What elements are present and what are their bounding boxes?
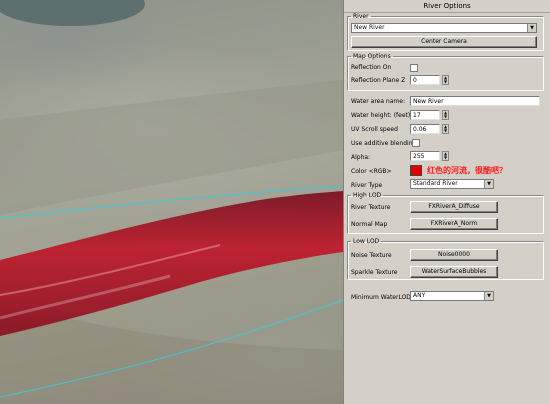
noise-texture-button[interactable]: Noise0000 (410, 249, 498, 261)
reflection-on-checkbox[interactable] (410, 64, 418, 72)
low-lod-label: Low LOD (353, 238, 380, 245)
reflection-on-label: Reflection On (351, 64, 392, 71)
map-options-label: Map Options (353, 53, 391, 60)
water-height-spinner[interactable]: ▲ ▼ (442, 110, 449, 120)
chevron-down-icon[interactable]: ▼ (484, 180, 493, 188)
river-type-select[interactable]: Standard River ▼ (410, 179, 494, 189)
reflection-plane-z-label: Reflection Plane Z (351, 77, 406, 84)
alpha-label: Alpha: (351, 154, 371, 161)
minimum-water-lod-select[interactable]: ANY ▼ (410, 291, 494, 301)
map-options-group: Map Options (347, 53, 544, 91)
center-camera-button[interactable]: Center Camera (351, 36, 537, 48)
river-color-swatch[interactable] (410, 165, 422, 176)
river-select[interactable]: New River ▼ (351, 23, 537, 33)
alpha-input[interactable] (410, 151, 440, 161)
river-type-value: Standard River (413, 180, 458, 187)
noise-texture-label: Noise Texture (351, 252, 392, 259)
alpha-spinner[interactable]: ▲ ▼ (442, 151, 449, 161)
terrain-scene (0, 0, 343, 404)
uv-scroll-label: UV Scroll speed (351, 126, 398, 133)
additive-blending-checkbox[interactable] (412, 139, 420, 147)
sparkle-texture-button[interactable]: WaterSurfaceBubbles (410, 266, 498, 278)
dark-rock (0, 0, 145, 26)
reflection-plane-z-spinner[interactable]: ▲ ▼ (442, 75, 449, 85)
chevron-down-icon[interactable]: ▼ (527, 24, 536, 32)
water-area-name-label: Water area name: (351, 98, 405, 105)
river-texture-label: River Texture (351, 204, 391, 211)
high-lod-label: High LOD (353, 192, 382, 199)
terrain-shadow-band (0, 80, 343, 215)
uv-scroll-spinner[interactable]: ▲ ▼ (442, 124, 449, 134)
minimum-water-lod-label: Minimum WaterLOD (351, 294, 411, 301)
color-rgb-label: Color <RGB> (351, 168, 392, 175)
water-height-label: Water height: (feet): (351, 112, 413, 119)
river-type-label: River Type (351, 182, 383, 189)
minimum-water-lod-value: ANY (413, 292, 426, 299)
river-group-label: River (353, 13, 369, 20)
additive-blending-label: Use additive blending (351, 140, 417, 147)
panel-title: River Options (344, 0, 550, 13)
river-texture-button[interactable]: FXRiverA_Diffuse (410, 201, 498, 213)
normal-map-button[interactable]: FXRiverA_Norm (410, 218, 498, 230)
chevron-down-icon[interactable]: ▼ (484, 292, 493, 300)
river-select-value: New River (354, 24, 385, 31)
sparkle-texture-label: Sparkle Texture (351, 269, 398, 276)
normal-map-label: Normal Map (351, 221, 388, 228)
river-options-panel: River Options River New River ▼ Center C… (343, 0, 550, 404)
annotation-text: 红色的河流，很酷吧？ (427, 166, 507, 175)
reflection-plane-z-input[interactable] (410, 75, 440, 85)
water-area-name-input[interactable] (410, 96, 540, 106)
water-height-input[interactable] (410, 110, 440, 120)
uv-scroll-input[interactable] (410, 124, 440, 134)
